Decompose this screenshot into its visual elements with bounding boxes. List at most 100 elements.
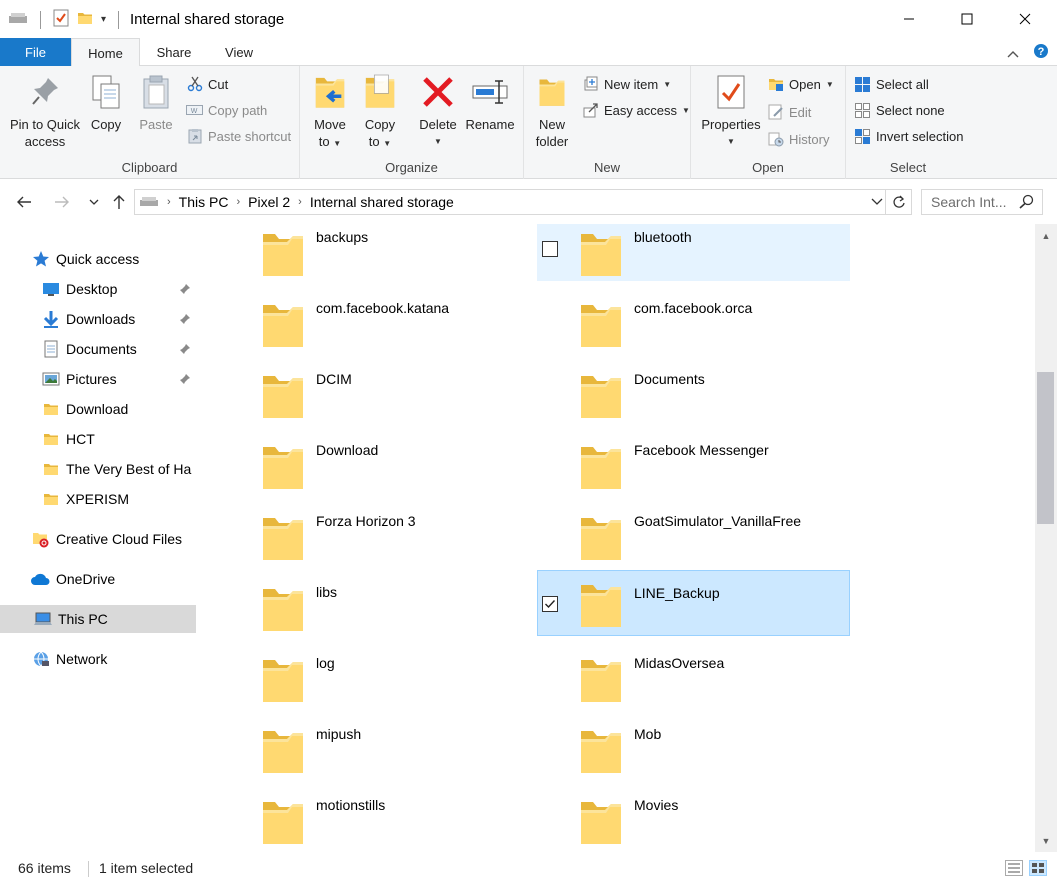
nav-desktop[interactable]: Desktop [0, 275, 197, 303]
item-checkbox[interactable] [542, 241, 558, 257]
new-folder-icon[interactable] [77, 9, 93, 30]
copy-to-button[interactable]: Copy to ▼ [360, 72, 400, 152]
folder-log[interactable]: log [219, 650, 532, 707]
tab-home[interactable]: Home [71, 38, 140, 67]
maximize-button[interactable] [938, 0, 996, 38]
folder-bluetooth[interactable]: bluetooth [537, 224, 850, 281]
document-icon [42, 340, 60, 358]
nav-pictures[interactable]: Pictures [0, 365, 197, 393]
new-item-button[interactable]: New item ▼ [582, 74, 671, 94]
item-checkbox-checked[interactable] [542, 596, 558, 612]
pin-icon[interactable] [179, 312, 191, 328]
history-button[interactable]: History [767, 129, 829, 149]
folder-icon [259, 725, 307, 777]
folder-mob[interactable]: Mob [537, 721, 850, 778]
address-dropdown-button[interactable] [871, 194, 883, 211]
large-icons-view-icon[interactable] [1029, 860, 1047, 879]
nav-creative-cloud[interactable]: Creative Cloud Files [0, 525, 197, 553]
details-view-icon[interactable] [1005, 860, 1023, 879]
pin-icon[interactable] [179, 372, 191, 388]
address-bar[interactable]: › This PC › Pixel 2 › Internal shared st… [134, 189, 912, 215]
nav-xperism[interactable]: XPERISM [0, 485, 197, 513]
pin-icon[interactable] [179, 282, 191, 298]
breadcrumb-separator-icon[interactable]: › [167, 196, 171, 208]
refresh-button[interactable] [885, 190, 911, 214]
open-button[interactable]: Open ▼ [767, 74, 834, 94]
nav-this-pc[interactable]: This PC [0, 605, 196, 633]
properties-icon[interactable] [53, 9, 69, 30]
folder-line-backup[interactable]: LINE_Backup [537, 570, 850, 636]
close-button[interactable] [996, 0, 1054, 38]
nav-downloads[interactable]: Downloads [0, 305, 197, 333]
folder-com-facebook-orca[interactable]: com.facebook.orca [537, 295, 850, 352]
scrollbar-thumb[interactable] [1037, 372, 1054, 524]
easy-access-button[interactable]: Easy access ▼ [582, 100, 690, 120]
scroll-up-icon[interactable]: ▲ [1035, 227, 1057, 244]
tab-file[interactable]: File [0, 38, 71, 66]
folder-forza-horizon-3[interactable]: Forza Horizon 3 [219, 508, 532, 565]
properties-button[interactable]: Properties ▼ [699, 72, 763, 150]
drive-icon[interactable] [8, 11, 28, 28]
edit-button[interactable]: Edit [767, 102, 811, 122]
breadcrumb-this-pc[interactable]: This PC [179, 194, 229, 210]
folder-movies[interactable]: Movies [537, 792, 850, 849]
select-none-icon [854, 102, 871, 119]
nav-quick-access[interactable]: Quick access [0, 245, 197, 273]
paste-shortcut-button[interactable]: Paste shortcut [186, 126, 291, 146]
folder-libs[interactable]: libs [219, 579, 532, 636]
copy-button[interactable]: Copy [86, 72, 126, 133]
nav-download-folder[interactable]: Download [0, 395, 197, 423]
tab-view[interactable]: View [208, 38, 270, 66]
folder-backups[interactable]: backups [219, 224, 532, 281]
minimize-button[interactable] [880, 0, 938, 38]
folder-motionstills[interactable]: motionstills [219, 792, 532, 849]
tab-share[interactable]: Share [140, 38, 208, 66]
select-none-button[interactable]: Select none [854, 100, 945, 120]
delete-button[interactable]: Delete ▼ [418, 72, 458, 150]
forward-button[interactable] [52, 192, 72, 212]
folder-dcim[interactable]: DCIM [219, 366, 532, 423]
nav-onedrive[interactable]: OneDrive [0, 565, 197, 593]
folder-documents[interactable]: Documents [537, 366, 850, 423]
scroll-down-icon[interactable]: ▼ [1035, 832, 1057, 849]
arrow-up-icon [113, 195, 125, 209]
breadcrumb-separator-icon[interactable]: › [298, 196, 302, 208]
help-icon[interactable]: ? [1033, 43, 1049, 62]
collapse-ribbon-icon[interactable] [1007, 45, 1019, 61]
paste-button[interactable]: Paste [136, 72, 176, 133]
breadcrumb-separator-icon[interactable]: › [236, 196, 240, 208]
copy-to-label-2: to ▼ [369, 133, 391, 152]
folder-facebook-messenger[interactable]: Facebook Messenger [537, 437, 850, 494]
folder-midasoversea[interactable]: MidasOversea [537, 650, 850, 707]
folder-icon [259, 654, 307, 706]
copy-path-button[interactable]: W Copy path [186, 100, 267, 120]
new-folder-button[interactable]: New folder [532, 72, 572, 150]
nav-documents[interactable]: Documents [0, 335, 197, 363]
up-button[interactable] [109, 192, 129, 212]
vertical-scrollbar[interactable]: ▲ ▼ [1035, 224, 1057, 852]
folder-goatsimulator[interactable]: GoatSimulator_VanillaFree [537, 508, 850, 565]
customize-qat-icon[interactable]: ▾ [101, 14, 106, 25]
organize-group-label: Organize [385, 160, 438, 175]
rename-button[interactable]: Rename [465, 72, 515, 133]
nav-very-best[interactable]: The Very Best of Ha [0, 455, 197, 483]
nav-network[interactable]: Network [0, 645, 197, 673]
pin-icon[interactable] [179, 342, 191, 358]
recent-locations-button[interactable] [84, 192, 104, 212]
breadcrumb-internal-storage[interactable]: Internal shared storage [310, 194, 454, 210]
folder-mipush[interactable]: mipush [219, 721, 532, 778]
pin-to-quick-access-button[interactable]: Pin to Quick access [8, 72, 82, 150]
cut-button[interactable]: Cut [186, 74, 228, 94]
back-button[interactable] [14, 192, 34, 212]
breadcrumb-pixel-2[interactable]: Pixel 2 [248, 194, 290, 210]
invert-selection-button[interactable]: Invert selection [854, 126, 963, 146]
arrow-left-icon [17, 196, 31, 208]
copy-icon [86, 72, 126, 112]
nav-hct[interactable]: HCT [0, 425, 197, 453]
move-to-button[interactable]: Move to ▼ [310, 72, 350, 152]
folder-com-facebook-katana[interactable]: com.facebook.katana [219, 295, 532, 352]
select-all-button[interactable]: Select all [854, 74, 929, 94]
open-group: Properties ▼ Open ▼ Edit History Open [691, 66, 846, 179]
folder-download[interactable]: Download [219, 437, 532, 494]
search-box[interactable]: Search Int... [921, 189, 1043, 215]
